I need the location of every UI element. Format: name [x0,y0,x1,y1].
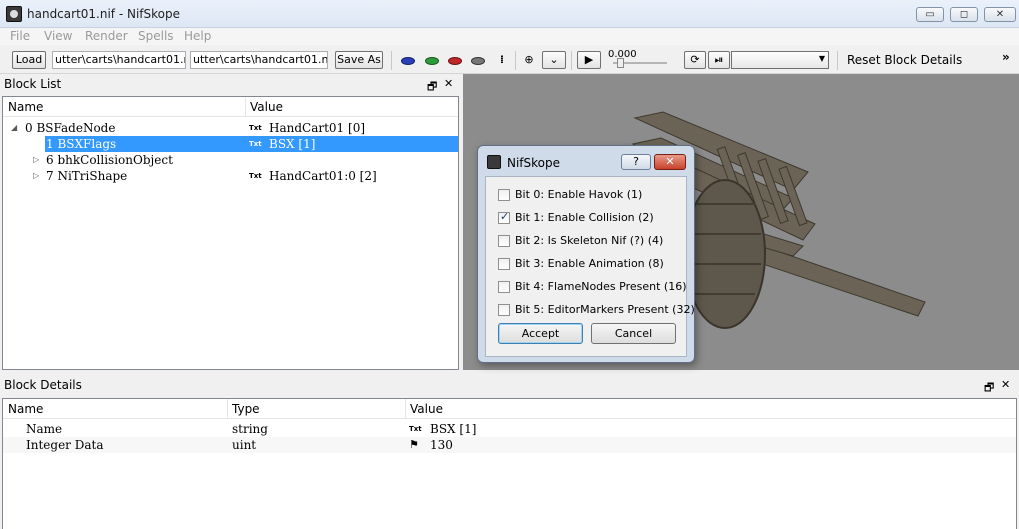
eye-red-icon[interactable] [448,57,462,65]
flag-label: Bit 2: Is Skeleton Nif (?) (4) [515,234,664,247]
toolbar-separator [571,51,572,70]
dialog-title: NifSkope [507,156,561,170]
block-name: 7 NiTriShape [46,169,128,183]
menu-file[interactable]: File [10,29,30,43]
time-slider-handle[interactable] [617,58,624,68]
flag-label: Bit 5: EditorMarkers Present (32) [515,303,695,316]
toolbar-separator [391,51,392,70]
field-value[interactable]: BSX [1] [430,422,476,436]
tree-row[interactable]: ◢ 0 BSFadeNode Txt HandCart01 [0] [3,120,458,136]
field-value[interactable]: 130 [430,438,453,452]
menu-help[interactable]: Help [184,29,211,43]
bsxflags-dialog: NifSkope ? ✕ Bit 0: Enable Havok (1) Bit… [477,145,695,363]
toolbar-overflow-button[interactable]: » [1002,50,1010,64]
block-list-title: Block List [0,75,460,94]
block-list-tree[interactable]: Name Value ◢ 0 BSFadeNode Txt HandCart01… [2,96,459,370]
menu-bar: File View Render Spells Help [0,28,1019,45]
block-details-header: Name Type Value [3,399,1016,419]
flag-label: Bit 3: Enable Animation (8) [515,257,664,270]
flag-label: Bit 0: Enable Havok (1) [515,188,643,201]
block-list-header: Name Value [3,97,458,117]
column-divider[interactable] [227,399,228,419]
block-value: HandCart01:0 [2] [269,169,377,183]
float-block-list-icon[interactable]: 🗗 [427,78,437,97]
cancel-button[interactable]: Cancel [591,323,676,344]
flag-checkbox[interactable] [498,235,510,247]
reset-block-details-button[interactable]: Reset Block Details [847,53,962,67]
block-details-table[interactable]: Name Type Value Name string Txt BSX [1] … [2,398,1017,529]
maximize-button[interactable]: ◻ [950,7,978,22]
view-dropdown-icon[interactable]: ⌄ [542,51,566,69]
text-type-icon: Txt [249,172,262,180]
flag-label: Bit 1: Enable Collision (2) [515,211,654,224]
column-name-header[interactable]: Name [8,402,43,416]
block-details-title: Block Details [0,376,1019,395]
footprints-icon[interactable]: ⁞ [494,52,510,68]
collapsed-arrow-icon[interactable]: ▷ [33,155,39,164]
loop-icon[interactable]: ⟳ [684,51,706,69]
block-value: BSX [1] [269,137,316,151]
text-type-icon: Txt [249,140,262,148]
eye-green-icon[interactable] [425,57,439,65]
field-type: uint [232,438,257,452]
eye-gray-icon[interactable] [471,57,485,65]
block-value: HandCart01 [0] [269,121,366,135]
save-as-button[interactable]: Save As [335,51,383,69]
load-button[interactable]: Load [12,51,46,69]
tree-row[interactable]: ▷ 7 NiTriShape Txt HandCart01:0 [2] [3,168,458,184]
column-divider[interactable] [245,97,246,117]
tree-row-selected[interactable]: 1 BSXFlags Txt BSX [1] [3,136,458,152]
flag-checkbox[interactable] [498,258,510,270]
dialog-app-icon [487,155,501,169]
play-icon[interactable]: ▶ [577,51,601,69]
column-divider[interactable] [405,399,406,419]
menu-view[interactable]: View [44,29,72,43]
column-value-header[interactable]: Value [250,100,283,114]
flag-icon: ⚑ [409,438,419,451]
table-row[interactable]: Name string Txt BSX [1] [3,421,1016,437]
load-path-input[interactable]: utter\carts\handcart01.nif [52,51,186,69]
nifskope-app-icon [6,6,22,22]
table-row[interactable]: Integer Data uint ⚑ 130 [3,437,1016,453]
tree-row[interactable]: ▷ 6 bhkCollisionObject [3,152,458,168]
menu-spells[interactable]: Spells [138,29,174,43]
close-block-details-icon[interactable]: ✕ [1001,378,1010,391]
toolbar-separator [837,51,838,70]
field-name: Integer Data [26,438,104,452]
field-type: string [232,422,268,436]
column-value-header[interactable]: Value [410,402,443,416]
window-title: handcart01.nif - NifSkope [27,7,180,21]
switch-icon[interactable]: ⏯ [708,51,730,69]
accept-button[interactable]: Accept [498,323,583,344]
animation-select[interactable] [731,51,829,69]
flag-checkbox-checked[interactable] [498,210,510,224]
axes-icon[interactable]: ⊕ [521,52,537,68]
field-name: Name [26,422,63,436]
column-type-header[interactable]: Type [232,402,260,416]
close-window-button[interactable]: ✕ [984,7,1016,22]
title-bar: handcart01.nif - NifSkope ▭ ◻ ✕ [0,0,1019,28]
block-name: 0 BSFadeNode [25,121,116,135]
dialog-help-button[interactable]: ? [621,154,651,170]
eye-blue-icon[interactable] [401,57,415,65]
close-block-list-icon[interactable]: ✕ [444,77,453,90]
flag-checkbox[interactable] [498,304,510,316]
block-name: 6 bhkCollisionObject [46,153,173,167]
text-type-icon: Txt [249,124,262,132]
toolbar-separator [515,51,516,70]
save-path-input[interactable]: utter\carts\handcart01.nif [190,51,328,69]
minimize-button[interactable]: ▭ [916,7,944,22]
block-name: 1 BSXFlags [46,137,117,151]
collapsed-arrow-icon[interactable]: ▷ [33,171,39,180]
dialog-close-button[interactable]: ✕ [654,154,686,170]
float-block-details-icon[interactable]: 🗗 [984,379,994,398]
column-name-header[interactable]: Name [8,100,43,114]
expanded-arrow-icon[interactable]: ◢ [11,123,17,132]
flag-checkbox[interactable] [498,189,510,201]
menu-render[interactable]: Render [85,29,128,43]
text-type-icon: Txt [409,425,422,433]
flag-label: Bit 4: FlameNodes Present (16) [515,280,687,293]
flag-checkbox[interactable] [498,281,510,293]
